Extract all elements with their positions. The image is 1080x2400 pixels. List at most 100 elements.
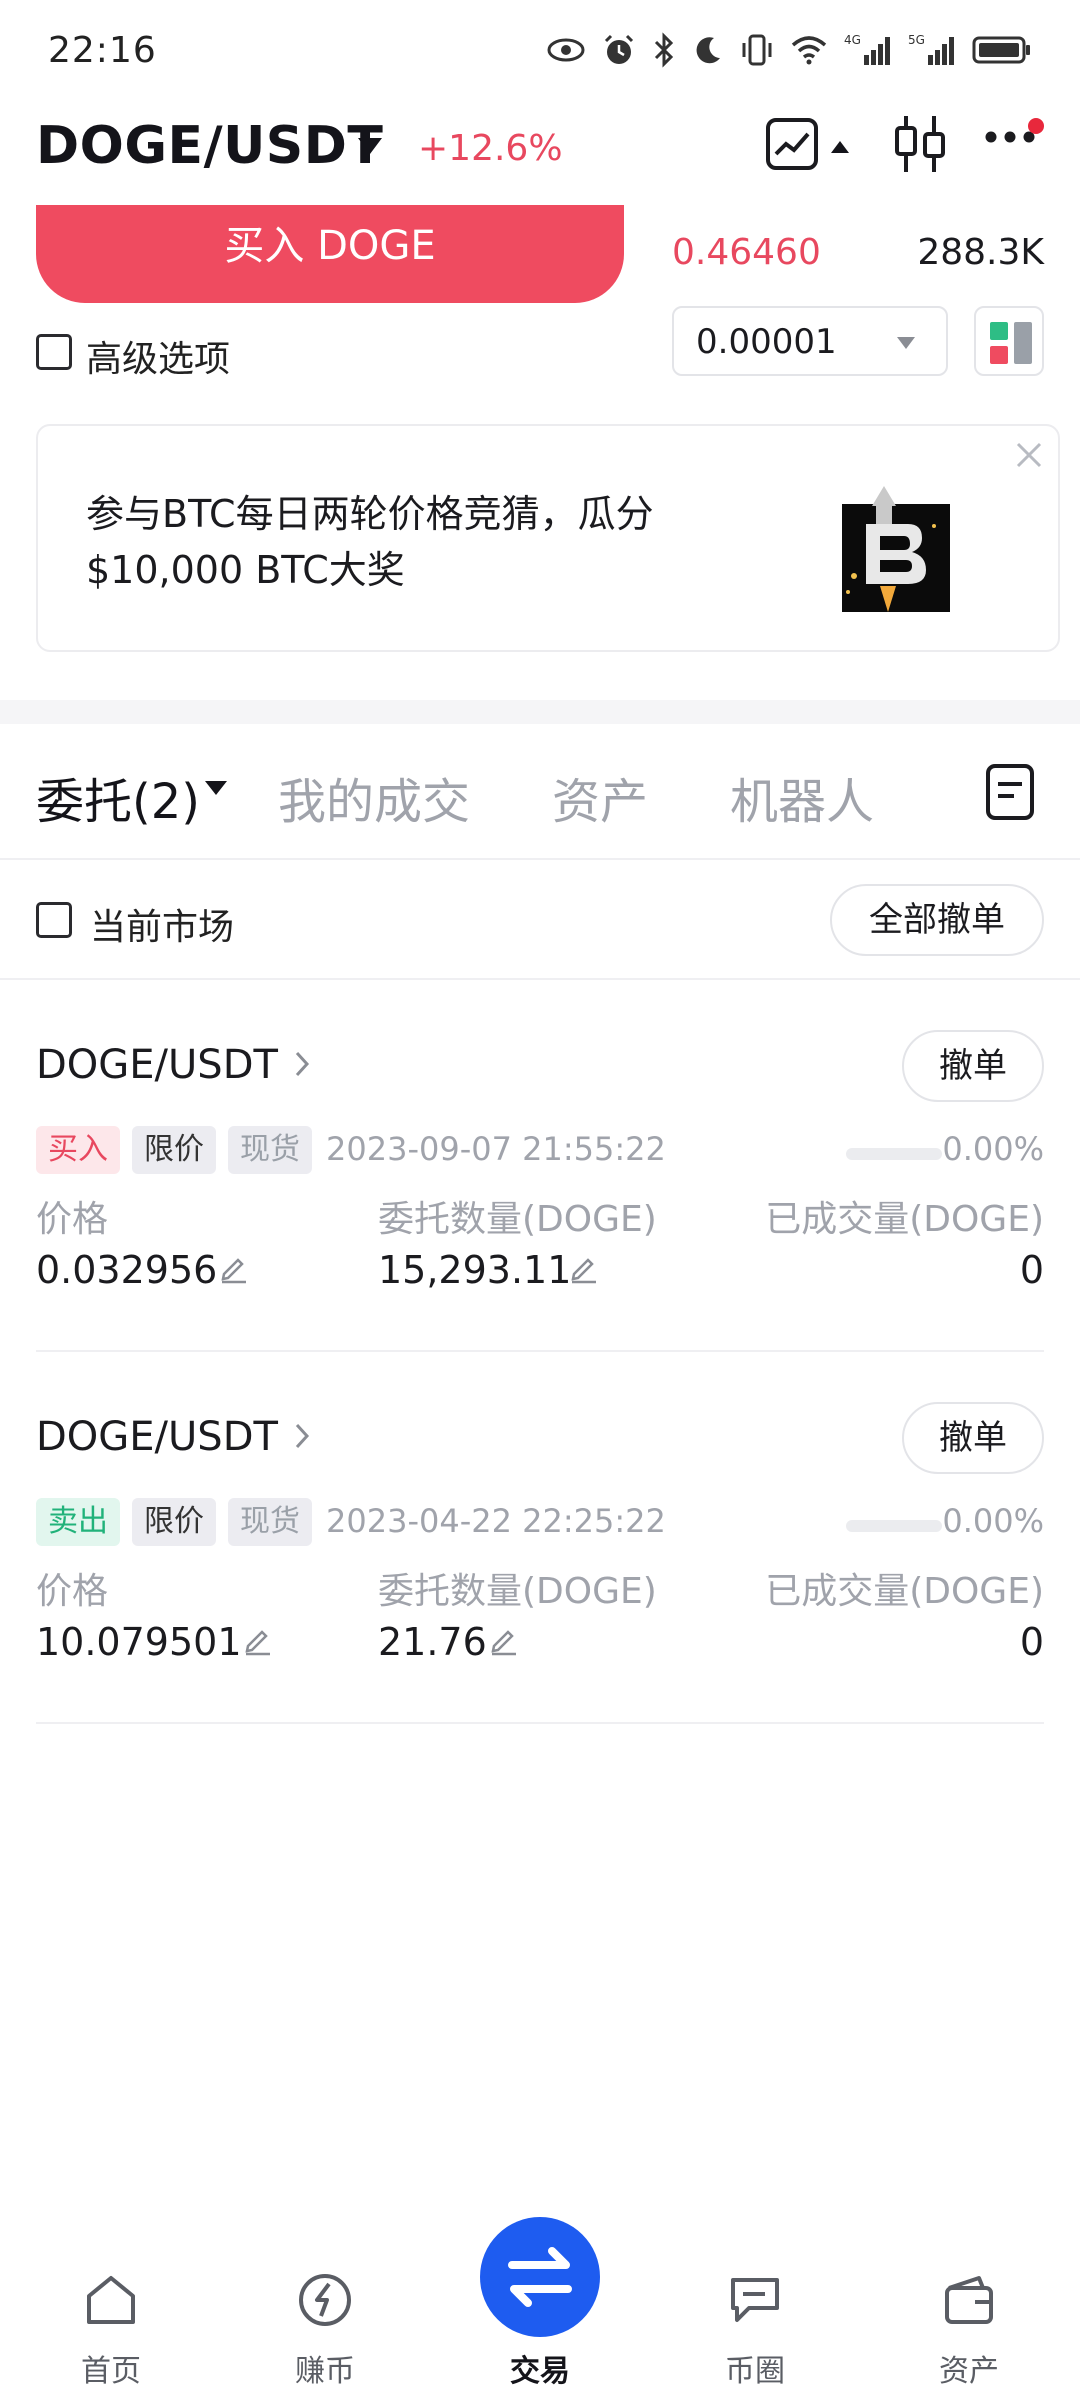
status-bar: 22:16 4G 5G <box>0 0 1080 100</box>
edit-price-icon[interactable] <box>242 1624 274 1656</box>
close-icon[interactable] <box>1014 440 1044 470</box>
nav-earn[interactable]: 赚币 <box>250 2220 400 2400</box>
order-type-badge: 限价 <box>132 1498 216 1546</box>
nav-community[interactable]: 币圈 <box>680 2220 830 2400</box>
chart-trend-icon[interactable] <box>764 116 820 172</box>
banner-text-line2: $10,000 BTC大奖 <box>86 548 405 592</box>
order-filled: 0 <box>1019 1620 1044 1664</box>
pair-title[interactable]: DOGE/USDT <box>36 116 383 176</box>
bitcoin-rocket-image <box>842 486 950 612</box>
nav-home[interactable]: 首页 <box>36 2220 186 2400</box>
tab-orders[interactable]: 委托(2) <box>36 762 200 832</box>
nav-trade[interactable]: 交易 <box>465 2217 615 2400</box>
svg-text:4G: 4G <box>844 33 861 47</box>
price-label: 价格 <box>36 1199 109 1240</box>
filled-label: 已成交量(DOGE) <box>765 1199 1044 1240</box>
current-market-checkbox[interactable] <box>36 902 72 938</box>
caret-down-icon[interactable] <box>356 136 384 156</box>
promo-banner[interactable]: 参与BTC每日两轮价格竞猜，瓜分 $10,000 BTC大奖 <box>36 424 1060 652</box>
caret-down-icon <box>897 337 915 349</box>
edit-amount-icon[interactable] <box>488 1624 520 1656</box>
candlestick-icon[interactable] <box>892 112 948 176</box>
edit-price-icon[interactable] <box>218 1252 250 1284</box>
layout-buy-icon <box>990 322 1008 340</box>
order-kind-badge: 现货 <box>228 1126 312 1174</box>
chevron-right-icon[interactable] <box>294 1422 310 1450</box>
cancel-order-button[interactable]: 撤单 <box>902 1402 1044 1474</box>
eye-icon <box>547 38 585 62</box>
fill-percent: 0.00% <box>942 1130 1044 1168</box>
buy-button[interactable]: 买入 DOGE <box>36 205 624 303</box>
bluetooth-icon <box>654 32 674 68</box>
amount-label: 委托数量(DOGE) <box>378 1199 657 1240</box>
status-icons: 4G 5G <box>546 32 1032 68</box>
order-time: 2023-04-22 22:25:22 <box>326 1502 666 1540</box>
nav-assets[interactable]: 资产 <box>894 2220 1044 2400</box>
edit-amount-icon[interactable] <box>568 1252 600 1284</box>
filled-label: 已成交量(DOGE) <box>765 1571 1044 1612</box>
banner-text-line1: 参与BTC每日两轮价格竞猜，瓜分 <box>86 492 654 536</box>
orderbook-quantity[interactable]: 288.3K <box>917 232 1044 273</box>
nav-label: 资产 <box>939 2354 999 2389</box>
precision-value: 0.00001 <box>696 322 837 362</box>
advanced-options-checkbox[interactable] <box>36 334 72 370</box>
nav-label: 币圈 <box>725 2354 785 2389</box>
order-price: 10.079501 <box>36 1620 242 1664</box>
bottom-nav: 首页 赚币 交易 币圈 资产 <box>0 2217 1080 2400</box>
orderbook-price[interactable]: 0.46460 <box>672 232 821 273</box>
moon-icon <box>696 37 720 64</box>
vibrate-icon <box>742 34 772 66</box>
order-side-badge: 卖出 <box>36 1498 120 1546</box>
community-icon <box>731 2278 779 2322</box>
wifi-icon <box>791 36 827 65</box>
amount-label: 委托数量(DOGE) <box>378 1571 657 1612</box>
trade-fab[interactable] <box>480 2217 600 2337</box>
nav-label: 交易 <box>510 2354 570 2389</box>
order-card: DOGE/USDT 撤单 卖出 限价 现货 2023-04-22 22:25:2… <box>36 1352 1044 1724</box>
fill-progress-bar <box>846 1520 942 1532</box>
section-divider <box>0 700 1080 724</box>
price-label: 价格 <box>36 1571 109 1612</box>
more-icon[interactable] <box>984 130 1036 144</box>
signal-5g-icon: 5G <box>908 33 954 65</box>
order-history-icon[interactable] <box>984 762 1036 822</box>
order-pair[interactable]: DOGE/USDT <box>36 1042 278 1088</box>
cancel-all-button[interactable]: 全部撤单 <box>830 884 1044 956</box>
trade-swap-icon <box>508 2247 572 2307</box>
order-pair[interactable]: DOGE/USDT <box>36 1414 278 1460</box>
status-time: 22:16 <box>48 30 157 71</box>
notification-dot <box>1028 118 1044 134</box>
order-amount: 21.76 <box>378 1620 487 1664</box>
order-type-badge: 限价 <box>132 1126 216 1174</box>
order-kind-badge: 现货 <box>228 1498 312 1546</box>
orderbook-layout-toggle[interactable] <box>974 306 1044 376</box>
order-filled: 0 <box>1019 1248 1044 1292</box>
advanced-options-label[interactable]: 高级选项 <box>86 330 230 382</box>
price-change: +12.6% <box>418 128 563 169</box>
order-tabs: 委托(2) 我的成交 资产 机器人 <box>0 724 1080 860</box>
precision-select[interactable]: 0.00001 <box>672 306 948 376</box>
tab-bots[interactable]: 机器人 <box>730 762 874 832</box>
alarm-icon <box>604 34 634 64</box>
order-amount: 15,293.11 <box>378 1248 572 1292</box>
banner-text: 参与BTC每日两轮价格竞猜，瓜分 $10,000 BTC大奖 <box>86 486 746 598</box>
svg-text:5G: 5G <box>908 33 925 47</box>
order-price: 0.032956 <box>36 1248 218 1292</box>
tab-my-trades[interactable]: 我的成交 <box>278 762 470 832</box>
header: DOGE/USDT +12.6% <box>0 110 1080 190</box>
cancel-order-button[interactable]: 撤单 <box>902 1030 1044 1102</box>
battery-icon <box>972 36 1030 64</box>
layout-sell-icon <box>990 346 1008 364</box>
current-market-label[interactable]: 当前市场 <box>90 898 234 950</box>
filter-row: 当前市场 全部撤单 <box>0 860 1080 980</box>
chevron-right-icon[interactable] <box>294 1050 310 1078</box>
fill-progress-bar <box>846 1148 942 1160</box>
order-card: DOGE/USDT 撤单 买入 限价 现货 2023-09-07 21:55:2… <box>36 980 1044 1352</box>
tab-assets[interactable]: 资产 <box>552 762 648 832</box>
caret-up-icon[interactable] <box>830 140 850 154</box>
nav-label: 首页 <box>81 2354 141 2389</box>
caret-down-icon[interactable] <box>204 780 228 796</box>
layout-book-icon <box>1014 322 1032 364</box>
wallet-icon <box>945 2276 993 2324</box>
signal-4g-icon: 4G <box>844 33 890 65</box>
